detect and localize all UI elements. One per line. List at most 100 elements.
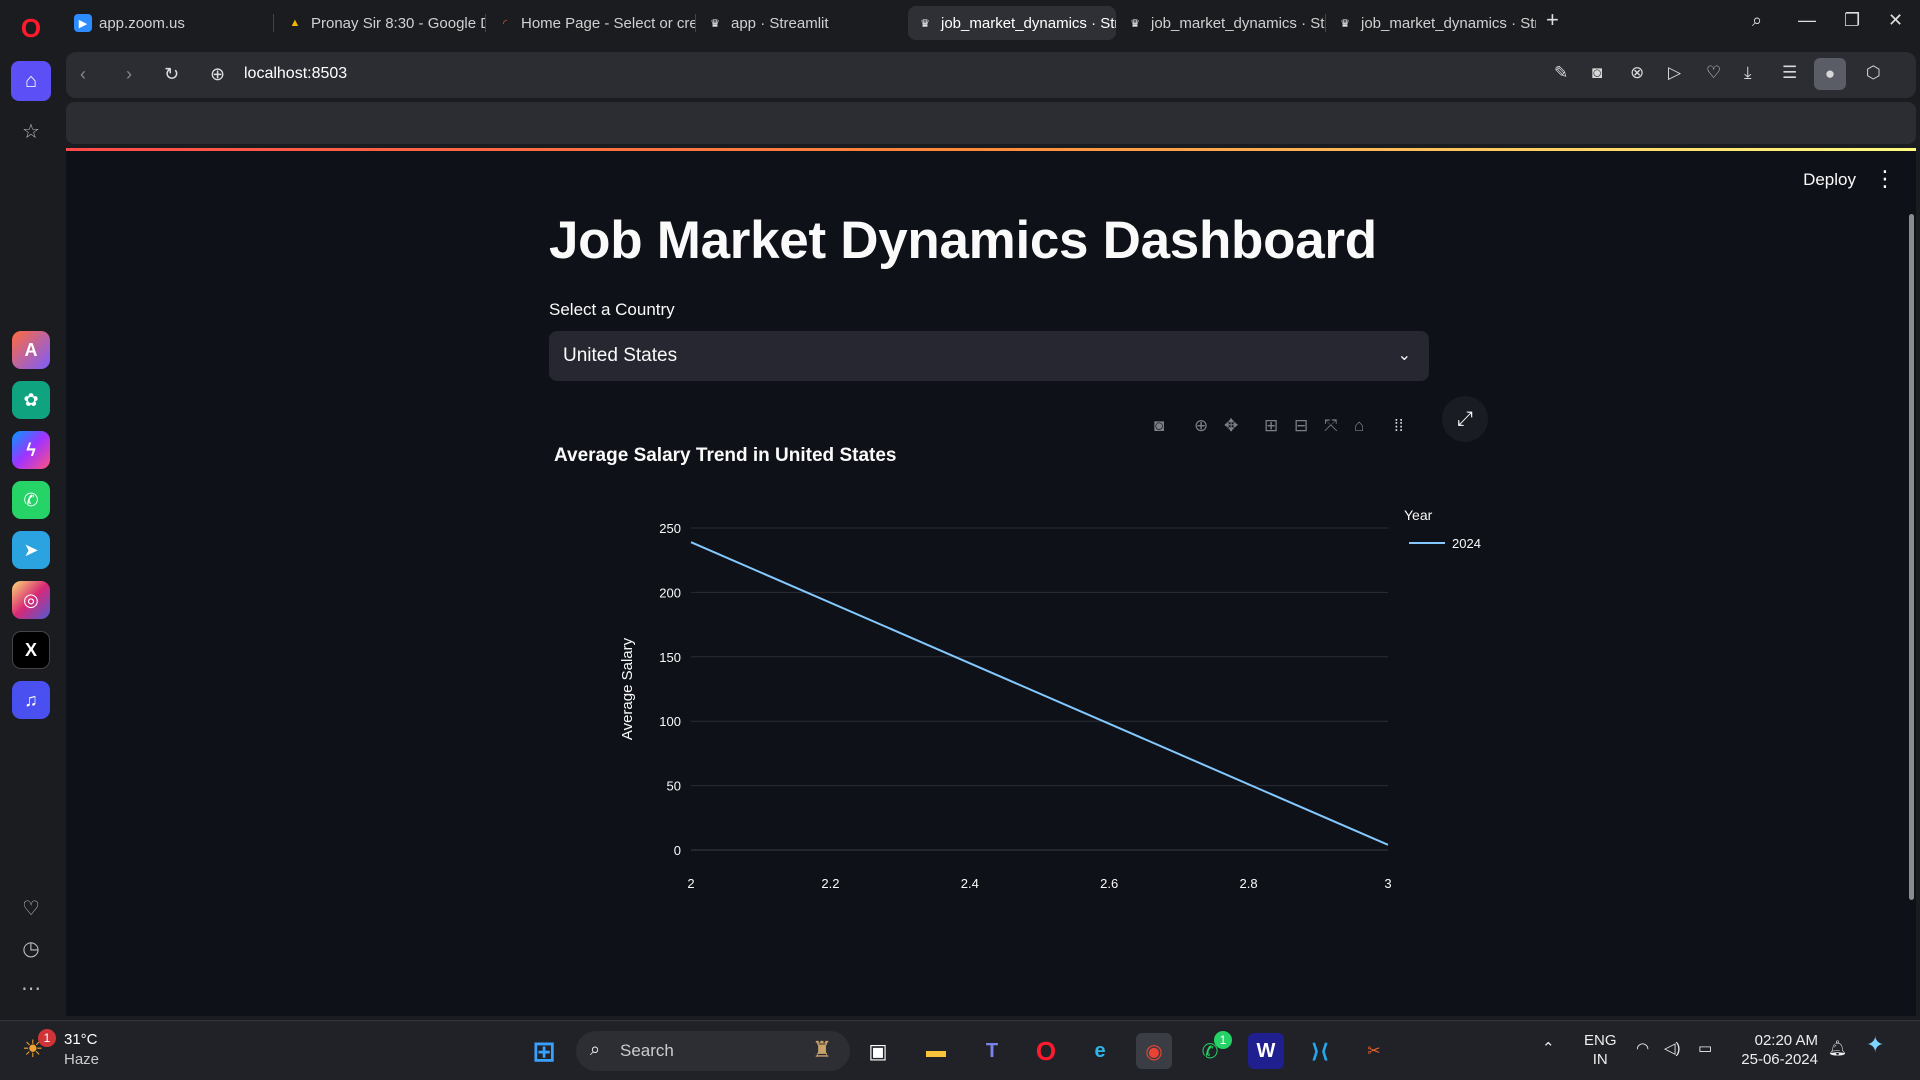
url-field[interactable]: localhost:8503 [244, 65, 347, 83]
more-icon[interactable]: ⋯ [11, 968, 51, 1008]
y-tick-label: 0 [674, 843, 681, 858]
tab-app-streamlit[interactable]: ♛ app · Streamlit [698, 6, 906, 40]
tab-search-icon[interactable]: ⌕ [1752, 10, 1762, 31]
copilot-icon[interactable]: ✦ [1866, 1034, 1884, 1056]
chrome-icon[interactable]: ◉ [1136, 1033, 1172, 1069]
player-icon[interactable]: ▷ [1668, 63, 1681, 83]
teams-icon[interactable]: T [974, 1033, 1010, 1069]
deploy-button[interactable]: Deploy [1803, 170, 1856, 190]
restore-icon[interactable]: ❐ [1844, 10, 1860, 31]
legend-title: Year [1404, 507, 1433, 523]
main-menu-icon[interactable]: ⋮ [1874, 166, 1896, 192]
x-tick-label: 2.8 [1240, 876, 1258, 888]
lang-top: ENG [1584, 1032, 1617, 1049]
file-explorer-icon[interactable]: ▬ [918, 1033, 954, 1069]
time: 02:20 AM [1754, 1032, 1818, 1049]
pan-icon[interactable]: ✥ [1224, 416, 1238, 436]
profile-icon[interactable]: ● [1814, 58, 1846, 90]
easy-setup-icon[interactable]: ☰ [1782, 63, 1797, 83]
streamlit-app: Deploy ⋮ Job Market Dynamics Dashboard S… [66, 148, 1916, 1016]
site-info-icon[interactable]: ⊕ [210, 64, 225, 85]
forward-icon[interactable]: › [126, 64, 132, 85]
heart-icon[interactable]: ♡ [11, 888, 51, 928]
tab-label: app.zoom.us [99, 14, 185, 32]
snipping-tool-icon[interactable]: ✂ [1356, 1033, 1392, 1069]
tab-home-page[interactable]: ◜ Home Page - Select or cre [488, 6, 696, 40]
x-twitter-icon[interactable]: X [12, 631, 50, 669]
taskbar-search[interactable]: ⌕ Search ♜ [576, 1031, 850, 1071]
tab-strip: ▶ app.zoom.us ▲ Pronay Sir 8:30 - Google… [62, 0, 1920, 46]
task-view-icon[interactable]: ▣ [860, 1033, 896, 1069]
plotly-logo-icon[interactable]: ⁞⁞ [1394, 416, 1403, 436]
chatgpt-icon[interactable]: ✿ [12, 381, 50, 419]
wifi-icon[interactable]: ◠ [1636, 1039, 1649, 1058]
select-value: United States [563, 345, 678, 366]
fullscreen-icon[interactable]: ⤢ [1442, 396, 1488, 442]
new-tab-button[interactable]: + [1546, 7, 1559, 33]
search-icon: ⌕ [590, 1039, 601, 1059]
aria-icon[interactable]: A [12, 331, 50, 369]
vscode-icon[interactable]: ⟩⟨ [1302, 1033, 1338, 1069]
page-title: Job Market Dynamics Dashboard [549, 211, 1377, 270]
edge-icon[interactable]: e [1082, 1033, 1118, 1069]
messenger-icon[interactable]: ϟ [12, 431, 50, 469]
back-icon[interactable]: ‹ [80, 64, 86, 85]
x-tick-label: 2 [687, 876, 694, 888]
download-icon[interactable]: ⤓ [1744, 63, 1752, 83]
search-highlight-icon: ♜ [812, 1037, 832, 1062]
tab-label: job_market_dynamics · Str [941, 14, 1116, 32]
volume-icon[interactable]: ◁) [1664, 1039, 1681, 1058]
opera-logo-icon[interactable]: O [11, 8, 51, 48]
streamlit-icon: ♛ [710, 17, 720, 30]
chevron-down-icon: ⌄ [1397, 347, 1411, 364]
snapshot-icon[interactable]: ◙ [1592, 63, 1602, 83]
google-drive-icon: ▲ [289, 17, 301, 29]
opera-sidebar: O ⌂ ☆ A ✿ ϟ ✆ ➤ ◎ X ♫ ♡ ◷ ⋯ [0, 0, 62, 1020]
music-player-icon[interactable]: ♫ [12, 681, 50, 719]
opera-taskbar-icon[interactable]: O [1028, 1033, 1064, 1069]
autoscale-icon[interactable]: ⤧ [1324, 416, 1338, 436]
camera-icon[interactable]: ◙ [1154, 416, 1164, 436]
scrollbar[interactable] [1909, 214, 1914, 900]
zoom-out-icon[interactable]: ⊟ [1294, 416, 1308, 436]
home-icon[interactable]: ⌂ [11, 61, 51, 101]
chart-title: Average Salary Trend in United States [554, 445, 897, 466]
whatsapp-badge: 1 [1214, 1031, 1232, 1049]
weather-temp[interactable]: 31°C [64, 1031, 98, 1048]
shield-icon[interactable]: ⊗ [1630, 63, 1644, 83]
star-icon[interactable]: ☆ [11, 111, 51, 151]
close-icon[interactable]: ✕ [1888, 10, 1903, 31]
whatsapp-icon[interactable]: ✆ [12, 481, 50, 519]
clock[interactable]: 02:20 AM 25-06-2024 [1736, 1031, 1818, 1069]
extensions-icon[interactable]: ⬡ [1866, 63, 1881, 83]
heart-icon[interactable]: ♡ [1706, 63, 1721, 83]
show-hidden-icons[interactable]: ⌃ [1542, 1039, 1555, 1058]
tab-job-market-2[interactable]: ♛ job_market_dynamics · Str [1118, 6, 1326, 40]
tab-google-drive[interactable]: ▲ Pronay Sir 8:30 - Google D [278, 6, 486, 40]
streamlit-icon: ♛ [920, 17, 930, 30]
tab-job-market-3[interactable]: ♛ job_market_dynamics · Str [1328, 6, 1536, 40]
minimize-icon[interactable]: — [1798, 10, 1816, 31]
tab-zoom[interactable]: ▶ app.zoom.us [66, 6, 274, 40]
instagram-icon[interactable]: ◎ [12, 581, 50, 619]
bookmarks-bar [66, 102, 1916, 144]
language-indicator[interactable]: ENG IN [1584, 1031, 1617, 1069]
country-select[interactable]: United States ⌄ [549, 331, 1429, 381]
tab-job-market-active[interactable]: ♛ job_market_dynamics · Str [908, 6, 1116, 40]
y-tick-label: 50 [667, 779, 681, 794]
zoom-in-icon[interactable]: ⊞ [1264, 416, 1278, 436]
weather-badge: 1 [38, 1029, 56, 1047]
weather-desc: Haze [64, 1051, 100, 1068]
windows-start-icon[interactable]: ⊞ [526, 1033, 562, 1069]
reset-axes-icon[interactable]: ⌂ [1354, 416, 1364, 436]
zoom-icon[interactable]: ⊕ [1194, 416, 1208, 436]
edit-icon[interactable]: ✎ [1554, 63, 1568, 83]
x-tick-label: 2.2 [821, 876, 839, 888]
reload-icon[interactable]: ↻ [164, 64, 179, 85]
webex-icon[interactable]: W [1248, 1033, 1284, 1069]
battery-icon[interactable]: ▭ [1698, 1039, 1712, 1058]
history-icon[interactable]: ◷ [11, 928, 51, 968]
telegram-icon[interactable]: ➤ [12, 531, 50, 569]
address-bar: ‹ › ↻ ⊕ localhost:8503 ✎ ◙ ⊗ ▷ ♡ ⤓ ☰ ● ⬡ [66, 52, 1916, 98]
notification-icon[interactable]: 🔔︎ [1828, 1039, 1847, 1058]
